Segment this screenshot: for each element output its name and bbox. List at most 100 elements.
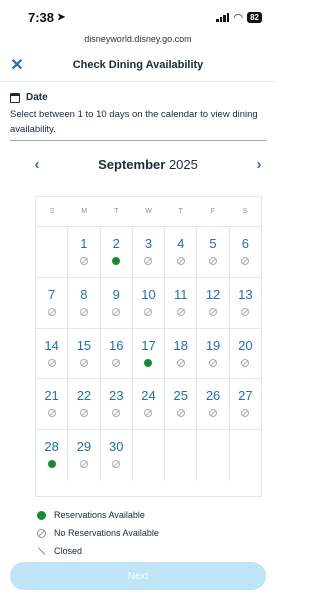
day-cell[interactable]: 16: [101, 328, 133, 379]
available-dot-icon: [144, 358, 153, 367]
day-cell[interactable]: 9: [101, 277, 133, 328]
weekday-label: W: [145, 208, 152, 215]
browser-url[interactable]: disneyworld.disney.go.com: [0, 34, 276, 48]
unavailable-icon: [47, 307, 56, 316]
day-number: 14: [44, 337, 59, 353]
weekday-label: M: [81, 208, 88, 215]
day-number: 13: [238, 286, 253, 302]
day-number: 12: [205, 286, 221, 302]
day-number: 6: [241, 236, 249, 251]
unavailable-icon: [47, 358, 56, 367]
unavailable-icon: [209, 307, 218, 316]
day-cell[interactable]: 25: [165, 379, 198, 430]
legend-closed-label: Closed: [54, 546, 83, 556]
day-cell[interactable]: 3: [133, 227, 166, 277]
day-cell[interactable]: 17: [133, 328, 166, 379]
closed-slash-icon: [37, 547, 45, 555]
day-cell[interactable]: 12: [197, 277, 230, 328]
day-cell[interactable]: 26: [197, 379, 230, 430]
unavailable-icon: [112, 409, 121, 418]
day-cell[interactable]: 30: [101, 430, 133, 481]
legend-closed: Closed: [36, 542, 159, 560]
day-cell[interactable]: 13: [230, 278, 261, 328]
calendar-weeks: 1 2 3 4 5 6 7 8 9 10 11 12 13 14 15 16 17 18 19 20 21 22 23 24 2…: [36, 227, 261, 481]
day-cell[interactable]: 21: [36, 379, 69, 430]
legend-none-label: No Reservations Available: [54, 528, 159, 538]
day-number: 18: [173, 337, 188, 353]
unavailable-icon: [79, 460, 88, 469]
month-navigation: ‹ September 2025 ›: [0, 153, 276, 175]
weekday-label: F: [210, 208, 215, 215]
close-button[interactable]: ✕: [6, 54, 28, 76]
calendar-week: 7 8 9 10 11 12 13: [36, 277, 261, 329]
page-header: ✕ Check Dining Availability: [0, 48, 276, 82]
day-cell[interactable]: 15: [68, 328, 101, 379]
unavailable-icon: [241, 257, 250, 265]
day-number: 28: [44, 439, 59, 455]
legend-available-label: Reservations Available: [54, 510, 145, 520]
unavailable-icon: [241, 307, 250, 316]
day-number: 9: [112, 286, 120, 302]
available-dot-icon: [36, 510, 46, 520]
day-cell[interactable]: 1: [68, 227, 101, 277]
unavailable-icon: [209, 257, 218, 265]
unavailable-icon: [176, 409, 185, 418]
available-dot-icon: [47, 460, 56, 469]
unavailable-icon: [144, 409, 153, 418]
unavailable-icon: [112, 460, 121, 469]
date-label: Date: [26, 92, 48, 103]
next-button[interactable]: Next: [10, 562, 266, 590]
day-cell[interactable]: 23: [101, 379, 133, 430]
day-number: 3: [144, 236, 153, 251]
legend-available: Reservations Available: [36, 506, 159, 524]
day-number: 1: [80, 236, 88, 251]
day-number: 22: [76, 388, 92, 404]
empty-day-cell: [165, 430, 198, 481]
day-cell[interactable]: 28: [36, 430, 69, 481]
weekday-label: S: [49, 208, 55, 215]
status-bar: 7:38 ➤ ◠ 82: [0, 0, 276, 34]
battery-icon: 82: [247, 11, 262, 23]
day-cell[interactable]: 5: [197, 227, 230, 277]
day-cell[interactable]: 2: [101, 227, 133, 277]
weekday-label: T: [114, 208, 119, 215]
time-text: 7:38: [28, 9, 55, 25]
day-number: 25: [173, 388, 188, 404]
day-number: 24: [141, 388, 156, 404]
day-cell[interactable]: 29: [68, 430, 101, 481]
day-cell[interactable]: 7: [36, 277, 69, 328]
unavailable-icon: [176, 307, 185, 316]
day-cell[interactable]: 18: [165, 328, 198, 379]
day-number: 26: [205, 388, 221, 404]
day-cell[interactable]: 11: [165, 277, 198, 328]
day-number: 27: [238, 388, 253, 404]
day-cell[interactable]: 19: [197, 328, 230, 379]
unavailable-icon: [144, 307, 153, 316]
day-cell[interactable]: 14: [36, 328, 69, 379]
day-cell[interactable]: 6: [230, 227, 261, 277]
date-heading: Date: [10, 92, 266, 103]
unavailable-icon: [241, 358, 250, 367]
day-number: 2: [112, 236, 120, 251]
day-number: 10: [141, 286, 156, 302]
legend-no-reservations: No Reservations Available: [36, 524, 159, 542]
date-instructions: Select between 1 to 10 days on the calen…: [10, 107, 266, 141]
calendar-week: 28 29 30: [36, 430, 261, 481]
day-cell[interactable]: 4: [165, 227, 198, 277]
next-month-button[interactable]: ›: [252, 156, 266, 173]
weekday-label: T: [178, 208, 183, 215]
weekday-header: SMTWTFS: [36, 197, 261, 227]
day-cell[interactable]: 10: [133, 277, 166, 328]
day-number: 7: [48, 286, 56, 302]
day-cell[interactable]: 24: [133, 379, 166, 430]
calendar-week: 1 2 3 4 5 6: [36, 227, 261, 278]
day-number: 20: [238, 337, 253, 353]
unavailable-icon: [112, 358, 121, 367]
day-cell[interactable]: 8: [68, 277, 101, 328]
unavailable-icon: [79, 307, 88, 316]
day-cell[interactable]: 27: [230, 379, 261, 429]
unavailable-icon: [79, 358, 88, 367]
previous-month-button[interactable]: ‹: [30, 156, 44, 173]
day-cell[interactable]: 20: [230, 329, 261, 379]
day-cell[interactable]: 22: [68, 379, 101, 430]
